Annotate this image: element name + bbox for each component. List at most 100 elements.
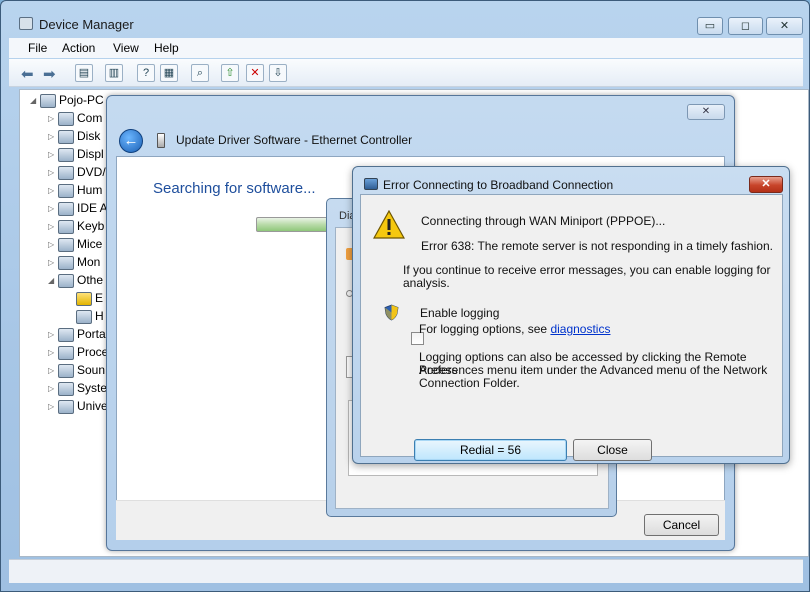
logging-info-line1: If you continue to receive error message… — [403, 263, 771, 277]
uninstall-icon[interactable]: ✕ — [246, 64, 264, 82]
redial-button[interactable]: Redial = 56 — [414, 439, 567, 461]
diagnostics-link[interactable]: diagnostics — [550, 322, 610, 336]
enable-logging-label[interactable]: Enable logging — [420, 307, 499, 320]
tree-item-label: Disk — [77, 129, 101, 143]
tree-item-label: Unive — [77, 399, 108, 413]
usb-controller-icon — [58, 399, 74, 414]
close-window-button[interactable]: ✕ — [766, 17, 803, 35]
error-code-text: Error 638: The remote server is not resp… — [421, 239, 773, 253]
toolbar: ⬅ ➡ ▤ ▥ ? ▦ ⌕ ⇧ ✕ ⇩ — [9, 59, 803, 87]
collapse-arrow-icon[interactable]: ◢ — [48, 276, 58, 285]
update-dialog-close-button[interactable]: ✕ — [687, 104, 725, 120]
tree-item[interactable]: ▷ Proce — [48, 345, 108, 363]
expand-arrow-icon[interactable]: ▷ — [48, 330, 58, 339]
tree-item-label: Mice — [77, 237, 103, 251]
tree-item-label: IDE A — [77, 201, 108, 215]
tree-item[interactable]: ▷ Keyb — [48, 219, 104, 237]
network-adapter-icon — [157, 133, 165, 148]
warning-icon — [373, 210, 405, 239]
menu-action[interactable]: Action — [62, 41, 95, 55]
expand-arrow-icon[interactable]: ▷ — [48, 186, 58, 195]
computer-icon — [58, 111, 74, 126]
display-adapter-icon — [58, 147, 74, 162]
list-view-icon[interactable]: ▦ — [160, 64, 178, 82]
tree-item[interactable]: ▷ Mice — [48, 237, 102, 255]
device-manager-icon — [19, 17, 33, 30]
logging-info-line2: analysis. — [403, 276, 450, 290]
error-dialog-close-button[interactable]: ✕ — [749, 176, 783, 193]
close-button[interactable]: Close — [573, 439, 652, 461]
expand-arrow-icon[interactable]: ▷ — [48, 150, 58, 159]
expand-arrow-icon[interactable]: ▷ — [48, 132, 58, 141]
menu-bar: File Action View Help — [9, 38, 803, 58]
expand-arrow-icon[interactable]: ▷ — [48, 348, 58, 357]
tree-item-label: E — [95, 291, 104, 305]
error-dialog-body: Connecting through WAN Miniport (PPPOE).… — [360, 194, 783, 461]
show-hide-tree-icon[interactable]: ▤ — [75, 64, 93, 82]
menu-file[interactable]: File — [28, 41, 47, 55]
expand-arrow-icon[interactable]: ▷ — [48, 168, 58, 177]
tree-item-label: DVD/ — [77, 165, 106, 179]
menu-help[interactable]: Help — [154, 41, 179, 55]
expand-arrow-icon[interactable]: ▷ — [48, 366, 58, 375]
tree-item-label: Hum — [77, 183, 103, 197]
expand-arrow-icon[interactable]: ▷ — [48, 222, 58, 231]
tree-item[interactable]: ▷ Unive — [48, 399, 108, 417]
expand-arrow-icon[interactable]: ▷ — [48, 402, 58, 411]
access-info-line3: Connection Folder. — [419, 376, 520, 390]
maximize-button[interactable]: ◻ — [728, 17, 763, 35]
tree-root[interactable]: ◢ Pojo-PC — [30, 93, 104, 111]
enable-device-icon[interactable]: ⇩ — [269, 64, 287, 82]
tree-item[interactable]: ▷ DVD/ — [48, 165, 106, 183]
back-arrow-icon[interactable]: ⬅ — [21, 65, 34, 83]
tree-item[interactable]: ▷ Syste — [48, 381, 107, 399]
tree-item[interactable]: ▷ Com — [48, 111, 102, 129]
properties-icon[interactable]: ▥ — [105, 64, 123, 82]
expand-arrow-icon[interactable]: ▷ — [48, 204, 58, 213]
tree-item-label: Displ — [77, 147, 104, 161]
other-devices-icon — [58, 273, 74, 288]
connecting-text: Connecting through WAN Miniport (PPPOE).… — [421, 214, 666, 228]
system-device-icon — [58, 381, 74, 396]
tree-item[interactable]: ▷ Mon — [48, 255, 100, 273]
shield-icon — [384, 304, 399, 321]
expand-arrow-icon[interactable]: ▷ — [48, 114, 58, 123]
tree-item[interactable]: ▷ IDE A — [48, 201, 108, 219]
expand-arrow-icon[interactable]: ▷ — [48, 384, 58, 393]
sound-icon — [58, 363, 74, 378]
logging-options-text: For logging options, see diagnostics — [419, 322, 611, 336]
update-driver-icon[interactable]: ⇧ — [221, 64, 239, 82]
hid-icon — [58, 183, 74, 198]
tree-item[interactable]: E — [66, 291, 103, 309]
minimize-button[interactable]: ▭ — [697, 17, 723, 35]
tree-item[interactable]: H — [66, 309, 104, 327]
forward-arrow-icon[interactable]: ➡ — [43, 65, 56, 83]
tree-item-label: Keyb — [77, 219, 105, 233]
tree-item-label: Soun — [77, 363, 106, 377]
searching-heading: Searching for software... — [153, 180, 316, 197]
tree-item[interactable]: ◢ Othe — [48, 273, 103, 291]
keyboard-icon — [58, 219, 74, 234]
collapse-arrow-icon[interactable]: ◢ — [30, 96, 40, 105]
mouse-icon — [58, 237, 74, 252]
tree-item-label: Othe — [77, 273, 104, 287]
tree-item[interactable]: ▷ Displ — [48, 147, 104, 165]
back-button[interactable]: ← — [119, 129, 143, 153]
help-icon[interactable]: ? — [137, 64, 155, 82]
cancel-button[interactable]: Cancel — [644, 514, 719, 536]
tree-item[interactable]: ▷ Hum — [48, 183, 102, 201]
tree-item[interactable]: ▷ Soun — [48, 363, 105, 381]
error-dialog: Error Connecting to Broadband Connection… — [352, 166, 790, 464]
tree-item-label: Proce — [77, 345, 109, 359]
error-dialog-title: Error Connecting to Broadband Connection — [383, 178, 614, 192]
scan-hardware-icon[interactable]: ⌕ — [191, 64, 209, 82]
tree-item[interactable]: ▷ Porta — [48, 327, 106, 345]
computer-icon — [40, 93, 56, 108]
tree-item[interactable]: ▷ Disk — [48, 129, 100, 147]
menu-view[interactable]: View — [113, 41, 139, 55]
status-bar — [9, 559, 803, 583]
warning-device-icon — [76, 291, 92, 306]
expand-arrow-icon[interactable]: ▷ — [48, 258, 58, 267]
expand-arrow-icon[interactable]: ▷ — [48, 240, 58, 249]
update-dialog-title: Update Driver Software - Ethernet Contro… — [176, 133, 413, 147]
